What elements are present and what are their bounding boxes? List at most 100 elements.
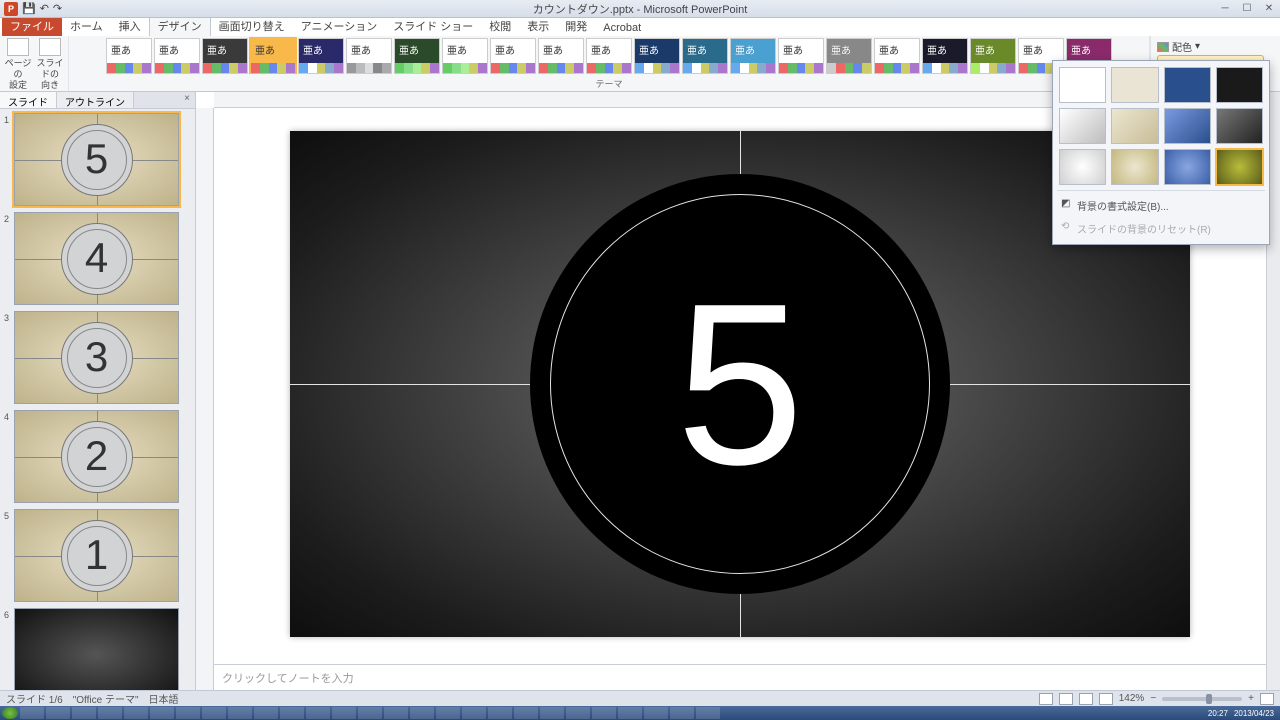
background-style-swatch[interactable] <box>1164 108 1211 144</box>
zoom-out-button[interactable]: − <box>1150 693 1156 704</box>
theme-thumbnail[interactable]: 亜あ <box>346 38 392 74</box>
tab-developer[interactable]: 開発 <box>557 16 595 36</box>
taskbar-app[interactable] <box>228 707 252 719</box>
format-background-item[interactable]: ◩背景の書式設定(B)... <box>1057 194 1265 217</box>
taskbar-app[interactable] <box>384 707 408 719</box>
taskbar-app[interactable] <box>358 707 382 719</box>
theme-thumbnail[interactable]: 亜あ <box>154 38 200 74</box>
background-style-swatch[interactable] <box>1059 149 1106 185</box>
tab-view[interactable]: 表示 <box>519 16 557 36</box>
taskbar-app[interactable] <box>540 707 564 719</box>
maximize-button[interactable]: ☐ <box>1236 3 1258 14</box>
close-button[interactable]: ✕ <box>1258 3 1280 14</box>
tab-insert[interactable]: 挿入 <box>111 16 149 36</box>
background-style-swatch[interactable] <box>1216 108 1263 144</box>
slide-thumbnail[interactable]: 33 <box>4 311 187 404</box>
page-setup-button[interactable]: ページの 設定 <box>3 38 33 91</box>
view-reading-button[interactable] <box>1079 693 1093 705</box>
redo-icon[interactable]: ↷ <box>53 2 62 15</box>
taskbar-app[interactable] <box>176 707 200 719</box>
background-style-swatch[interactable] <box>1164 149 1211 185</box>
slide-thumbnail[interactable]: 51 <box>4 509 187 602</box>
tab-acrobat[interactable]: Acrobat <box>595 20 649 36</box>
slide-thumbnail[interactable]: 24 <box>4 212 187 305</box>
taskbar-app[interactable] <box>436 707 460 719</box>
theme-thumbnail[interactable]: 亜あ <box>826 38 872 74</box>
colors-menu[interactable]: 配色 ▾ <box>1157 39 1276 54</box>
taskbar-app[interactable] <box>462 707 486 719</box>
theme-thumbnail[interactable]: 亜あ <box>634 38 680 74</box>
tab-file[interactable]: ファイル <box>2 16 62 36</box>
taskbar-app[interactable] <box>98 707 122 719</box>
taskbar-app[interactable] <box>410 707 434 719</box>
theme-thumbnail[interactable]: 亜あ <box>394 38 440 74</box>
minimize-button[interactable]: ─ <box>1214 3 1236 14</box>
taskbar-app[interactable] <box>514 707 538 719</box>
theme-thumbnail[interactable]: 亜あ <box>538 38 584 74</box>
taskbar-app[interactable] <box>618 707 642 719</box>
zoom-level[interactable]: 142% <box>1119 693 1145 704</box>
zoom-in-button[interactable]: + <box>1248 693 1254 704</box>
start-button[interactable] <box>2 707 18 719</box>
taskbar-app[interactable] <box>150 707 174 719</box>
taskbar-app[interactable] <box>644 707 668 719</box>
taskbar-app[interactable] <box>696 707 720 719</box>
background-style-swatch[interactable] <box>1164 67 1211 103</box>
taskbar-app[interactable] <box>280 707 304 719</box>
theme-thumbnail[interactable]: 亜あ <box>922 38 968 74</box>
view-normal-button[interactable] <box>1039 693 1053 705</box>
theme-thumbnail[interactable]: 亜あ <box>730 38 776 74</box>
theme-thumbnail[interactable]: 亜あ <box>202 38 248 74</box>
theme-thumbnail[interactable]: 亜あ <box>586 38 632 74</box>
slide-thumbnail[interactable]: 15 <box>4 113 187 206</box>
undo-icon[interactable]: ↶ <box>40 2 49 15</box>
slide-orientation-button[interactable]: スライドの 向き <box>35 38 65 91</box>
taskbar-app[interactable] <box>72 707 96 719</box>
panel-tab-outline[interactable]: アウトライン <box>57 92 134 108</box>
save-icon[interactable]: 💾 <box>22 2 36 15</box>
tab-transitions[interactable]: 画面切り替え <box>211 16 293 36</box>
taskbar-app[interactable] <box>46 707 70 719</box>
theme-thumbnail[interactable]: 亜あ <box>442 38 488 74</box>
theme-thumbnail[interactable]: 亜あ <box>490 38 536 74</box>
background-style-swatch[interactable] <box>1111 67 1158 103</box>
background-style-swatch[interactable] <box>1111 149 1158 185</box>
theme-thumbnail[interactable]: 亜あ <box>874 38 920 74</box>
view-slideshow-button[interactable] <box>1099 693 1113 705</box>
theme-thumbnail[interactable]: 亜あ <box>970 38 1016 74</box>
tab-slideshow[interactable]: スライド ショー <box>385 16 481 36</box>
theme-thumbnail[interactable]: 亜あ <box>250 38 296 74</box>
panel-tab-slides[interactable]: スライド <box>0 92 57 108</box>
fit-button[interactable] <box>1260 693 1274 705</box>
panel-close-button[interactable]: × <box>179 92 195 108</box>
notes-pane[interactable]: クリックしてノートを入力 <box>214 664 1266 690</box>
slide-thumbnail[interactable]: 42 <box>4 410 187 503</box>
taskbar-app[interactable] <box>20 707 44 719</box>
theme-thumbnail[interactable]: 亜あ <box>106 38 152 74</box>
taskbar-app[interactable] <box>254 707 278 719</box>
background-style-swatch[interactable] <box>1111 108 1158 144</box>
taskbar-app[interactable] <box>488 707 512 719</box>
zoom-slider[interactable] <box>1162 697 1242 701</box>
background-style-swatch[interactable] <box>1216 149 1263 185</box>
taskbar-app[interactable] <box>124 707 148 719</box>
background-style-swatch[interactable] <box>1059 67 1106 103</box>
tab-home[interactable]: ホーム <box>62 16 111 36</box>
tab-animations[interactable]: アニメーション <box>293 16 386 36</box>
view-sorter-button[interactable] <box>1059 693 1073 705</box>
taskbar-app[interactable] <box>202 707 226 719</box>
taskbar-app[interactable] <box>592 707 616 719</box>
background-style-swatch[interactable] <box>1059 108 1106 144</box>
theme-thumbnail[interactable]: 亜あ <box>298 38 344 74</box>
taskbar-app[interactable] <box>332 707 356 719</box>
taskbar-app[interactable] <box>670 707 694 719</box>
taskbar-app[interactable] <box>306 707 330 719</box>
tab-design[interactable]: デザイン <box>149 15 211 36</box>
slide-thumbnail[interactable]: 6 <box>4 608 187 690</box>
theme-thumbnail[interactable]: 亜あ <box>778 38 824 74</box>
theme-thumbnail[interactable]: 亜あ <box>682 38 728 74</box>
taskbar-app[interactable] <box>566 707 590 719</box>
system-tray[interactable]: 20:27 2013/04/23 <box>1208 709 1278 718</box>
background-style-swatch[interactable] <box>1216 67 1263 103</box>
tab-review[interactable]: 校閲 <box>481 16 519 36</box>
